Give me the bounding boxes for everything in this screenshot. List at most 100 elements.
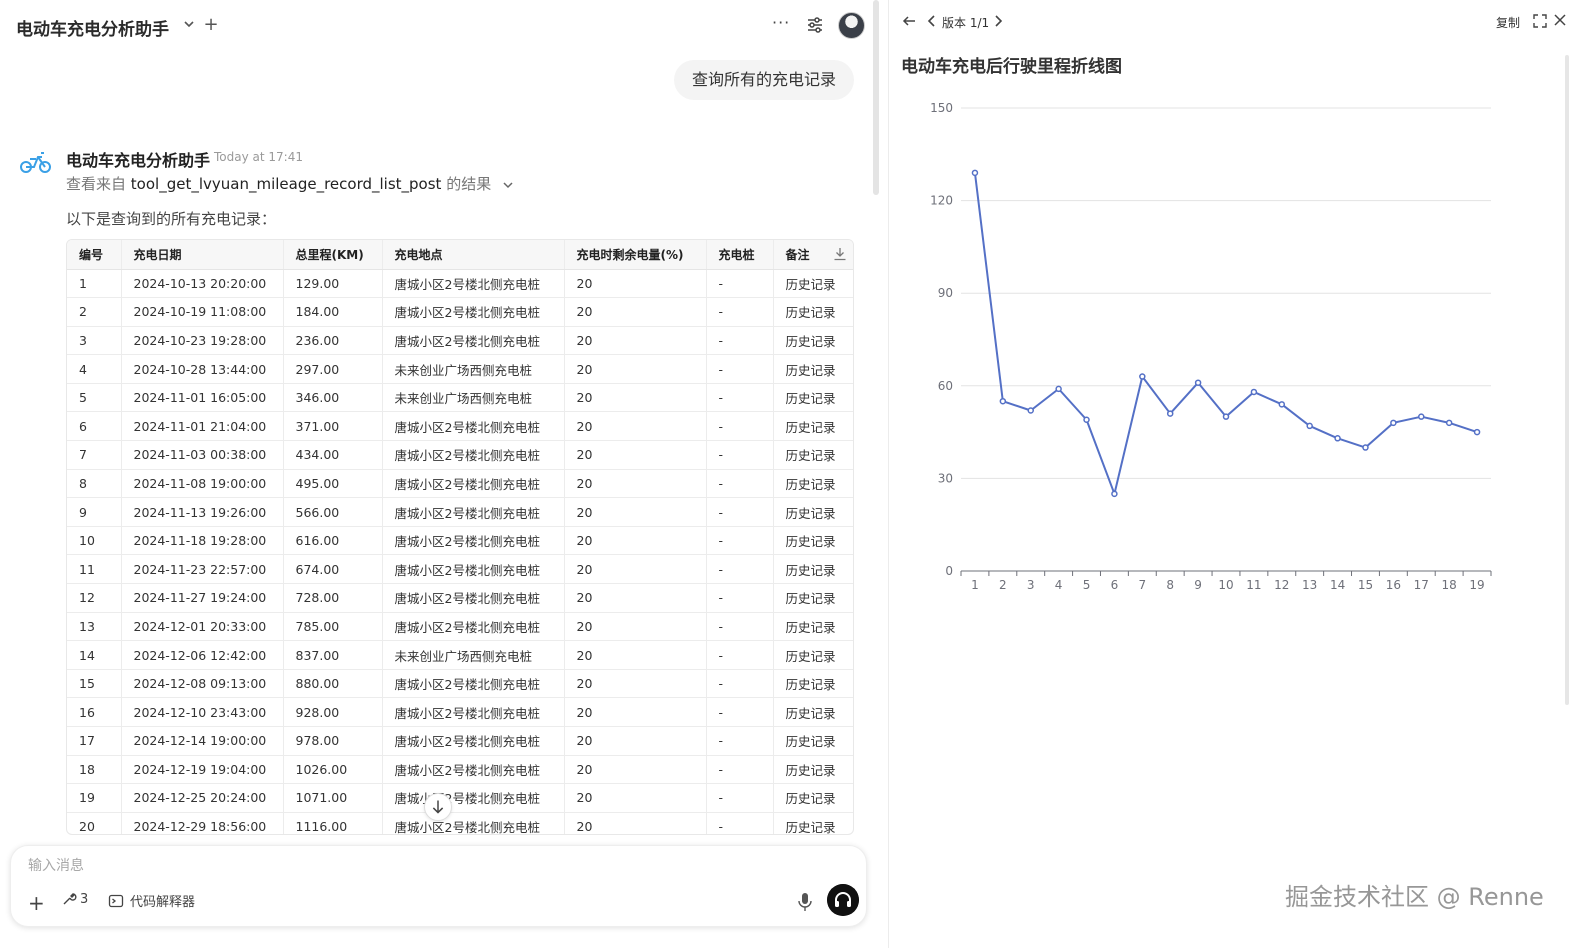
x-tick-label: 7 — [1138, 578, 1146, 592]
x-tick-label: 4 — [1055, 578, 1063, 592]
x-tick-label: 5 — [1083, 578, 1091, 592]
data-point — [1166, 410, 1174, 417]
table-cell: 历史记录 — [773, 269, 853, 299]
artifact-header: 版本 1/1 复制 — [889, 0, 1593, 42]
table-cell: 未来创业广场西侧充电桩 — [382, 383, 565, 413]
table-cell: 唐城小区2号楼北侧充电桩 — [382, 726, 565, 756]
x-tick-label: 13 — [1302, 578, 1317, 592]
table-cell: 14 — [67, 640, 122, 670]
tools-button[interactable]: 3 — [61, 891, 88, 907]
app-title[interactable]: 电动车充电分析助手 — [16, 15, 169, 40]
table-cell: 唐城小区2号楼北侧充电桩 — [382, 469, 565, 499]
table-cell: 20 — [564, 269, 707, 299]
watermark: 掘金技术社区 @ Renne — [1285, 883, 1544, 911]
sliders-icon[interactable] — [806, 16, 824, 34]
message-input[interactable] — [28, 855, 728, 877]
table-row: 11 2024-11-23 22:57:00 674.00 唐城小区2号楼北侧充电桩 2… — [67, 554, 853, 585]
scroll-down-button[interactable] — [424, 793, 452, 821]
chevron-left-icon[interactable] — [926, 14, 938, 28]
table-cell: 20 — [564, 612, 707, 642]
table-cell: 唐城小区2号楼北侧充电桩 — [382, 411, 565, 442]
chevron-down-icon[interactable] — [182, 17, 196, 31]
x-tick-label: 19 — [1469, 578, 1484, 592]
data-point — [1418, 413, 1425, 420]
download-icon[interactable] — [833, 247, 847, 261]
scooter-icon — [20, 152, 51, 173]
table-cell: - — [706, 583, 774, 613]
table-header-cell: 充电日期 — [121, 240, 284, 270]
intro-text: 以下是查询到的所有充电记录： — [66, 210, 277, 228]
tool-name: tool_get_lvyuan_mileage_record_list_post — [130, 175, 442, 193]
table-cell: - — [706, 697, 774, 727]
add-attachment-button[interactable]: + — [28, 891, 45, 915]
data-point — [1334, 435, 1341, 442]
x-tick-label: 14 — [1330, 578, 1345, 592]
table-cell: 2024-11-03 00:38:00 — [121, 440, 284, 470]
table-cell: 20 — [564, 411, 707, 442]
table-cell: 20 — [564, 755, 707, 785]
table-cell: 18 — [67, 755, 122, 785]
user-avatar[interactable] — [838, 12, 865, 39]
table-cell: 20 — [564, 354, 707, 384]
chart-title: 电动车充电后行驶里程折线图 — [901, 57, 1122, 77]
voice-mode-button[interactable] — [827, 884, 859, 916]
table-cell: 2024-12-08 09:13:00 — [121, 669, 284, 699]
close-icon[interactable] — [1553, 13, 1567, 27]
y-tick-label: 120 — [930, 194, 953, 208]
table-header-cell: 充电地点 — [382, 240, 565, 270]
table-row: 12 2024-11-27 19:24:00 728.00 唐城小区2号楼北侧充电桩 2… — [67, 583, 853, 613]
table-cell: 12 — [67, 583, 122, 613]
more-options-button[interactable]: ··· — [772, 13, 790, 32]
table-cell: 674.00 — [283, 554, 383, 585]
table-cell: - — [706, 640, 774, 670]
data-point — [1139, 373, 1146, 380]
table-cell: 历史记录 — [773, 326, 853, 356]
table-header-cell: 充电桩 — [706, 240, 774, 270]
chevron-down-icon[interactable] — [502, 179, 514, 191]
table-row: 7 2024-11-03 00:38:00 434.00 唐城小区2号楼北侧充电桩 20… — [67, 440, 853, 470]
table-cell: 2024-12-01 20:33:00 — [121, 612, 284, 642]
table-cell: - — [706, 411, 774, 442]
table-cell: 2024-12-06 12:42:00 — [121, 640, 284, 670]
tool-result-toggle[interactable]: 查看来自 tool_get_lvyuan_mileage_record_list… — [66, 173, 514, 194]
table-row: 2 2024-10-19 11:08:00 184.00 唐城小区2号楼北侧充电桩 20… — [67, 297, 853, 327]
table-cell: 20 — [564, 469, 707, 499]
table-cell: 历史记录 — [773, 526, 853, 556]
user-message-bubble: 查询所有的充电记录 — [674, 60, 854, 100]
table-cell: 2024-11-18 19:28:00 — [121, 526, 284, 556]
message-timestamp: Today at 17:41 — [214, 150, 303, 164]
arrow-left-icon[interactable] — [901, 13, 917, 29]
table-cell: 5 — [67, 383, 122, 413]
x-tick-label: 18 — [1442, 578, 1457, 592]
table-cell: 2024-11-08 19:00:00 — [121, 469, 284, 499]
table-cell: 唐城小区2号楼北侧充电桩 — [382, 269, 565, 299]
table-cell: 20 — [564, 783, 707, 813]
table-cell: 历史记录 — [773, 726, 853, 756]
table-cell: 20 — [564, 554, 707, 585]
table-cell: 历史记录 — [773, 697, 853, 727]
chat-header: 电动车充电分析助手 + ··· — [0, 0, 880, 52]
new-chat-button[interactable]: + — [203, 14, 219, 35]
table-cell: 20 — [564, 526, 707, 556]
table-cell: 历史记录 — [773, 669, 853, 699]
data-point — [1445, 419, 1453, 427]
y-tick-label: 60 — [938, 379, 953, 393]
table-cell: 唐城小区2号楼北侧充电桩 — [382, 812, 565, 834]
table-cell: - — [706, 326, 774, 356]
fullscreen-icon[interactable] — [1533, 14, 1547, 28]
table-cell: - — [706, 354, 774, 384]
table-row: 19 2024-12-25 20:24:00 1071.00 唐城小区2号楼北侧充电桩… — [67, 783, 853, 813]
code-interpreter-label: 代码解释器 — [130, 895, 196, 910]
x-tick-label: 12 — [1274, 578, 1289, 592]
chat-scrollbar[interactable] — [873, 0, 879, 195]
chevron-right-icon[interactable] — [992, 14, 1004, 28]
copy-button[interactable]: 复制 — [1496, 14, 1520, 31]
table-cell: 880.00 — [283, 669, 383, 699]
table-header-cell: 编号 — [67, 240, 122, 270]
table-cell: 唐城小区2号楼北侧充电桩 — [382, 669, 565, 699]
table-cell: 2024-12-19 19:04:00 — [121, 755, 284, 785]
table-cell: 928.00 — [283, 697, 383, 727]
table-cell: 唐城小区2号楼北侧充电桩 — [382, 612, 565, 642]
code-interpreter-button[interactable]: 代码解释器 — [108, 891, 195, 910]
microphone-icon[interactable] — [797, 892, 813, 912]
